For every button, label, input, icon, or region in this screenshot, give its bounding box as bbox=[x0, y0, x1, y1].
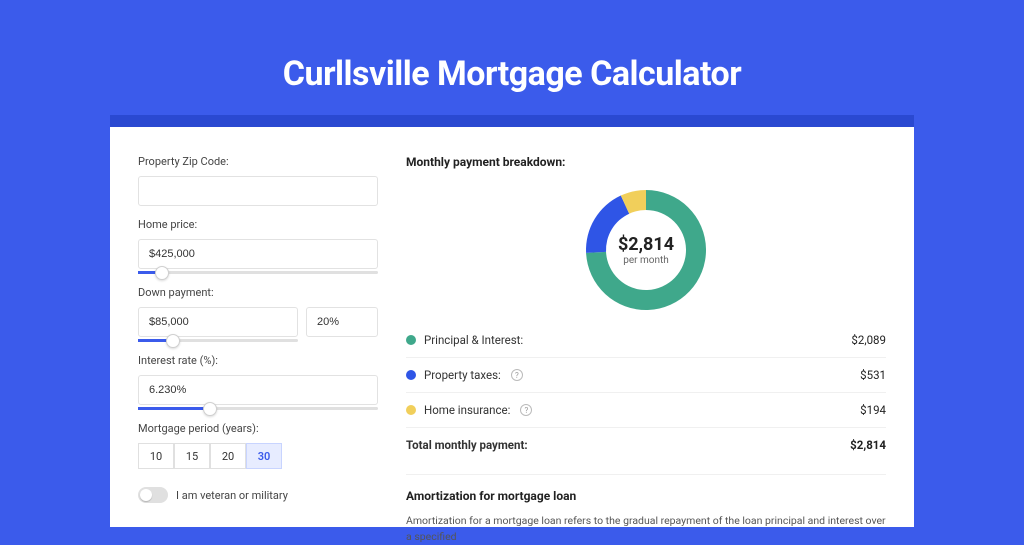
donut-center: $2,814 per month bbox=[581, 185, 711, 315]
legend-dot-icon bbox=[406, 335, 416, 345]
zip-field-group: Property Zip Code: bbox=[138, 155, 378, 206]
legend-row: Property taxes:? $531 bbox=[406, 357, 886, 392]
down-payment-slider[interactable] bbox=[138, 339, 298, 342]
calculator-panel: Property Zip Code: Home price: Down paym… bbox=[110, 127, 914, 527]
period-button-15[interactable]: 15 bbox=[174, 443, 210, 469]
legend-row: Principal & Interest: $2,089 bbox=[406, 329, 886, 357]
period-button-20[interactable]: 20 bbox=[210, 443, 246, 469]
donut-chart: $2,814 per month bbox=[581, 185, 711, 315]
zip-label: Property Zip Code: bbox=[138, 155, 378, 168]
interest-rate-field-group: Interest rate (%): bbox=[138, 354, 378, 410]
interest-rate-slider-fill bbox=[138, 407, 210, 410]
mortgage-period-field-group: Mortgage period (years): 10152030 bbox=[138, 422, 378, 469]
legend-row: Home insurance:? $194 bbox=[406, 392, 886, 427]
legend-label: Property taxes: bbox=[424, 368, 501, 382]
veteran-label: I am veteran or military bbox=[176, 489, 288, 502]
legend-value: $2,089 bbox=[851, 333, 886, 347]
breakdown-column: Monthly payment breakdown: $2,814 per mo… bbox=[406, 155, 886, 527]
down-payment-percent-input[interactable] bbox=[306, 307, 378, 337]
veteran-toggle[interactable] bbox=[138, 487, 168, 503]
down-payment-slider-thumb[interactable] bbox=[166, 334, 180, 348]
mortgage-period-label: Mortgage period (years): bbox=[138, 422, 378, 435]
legend-value: $531 bbox=[860, 368, 886, 382]
home-price-label: Home price: bbox=[138, 218, 378, 231]
legend-total-label: Total monthly payment: bbox=[406, 438, 528, 452]
home-price-slider[interactable] bbox=[138, 271, 378, 274]
amortization-text: Amortization for a mortgage loan refers … bbox=[406, 513, 886, 545]
legend-value: $194 bbox=[860, 403, 886, 417]
zip-input[interactable] bbox=[138, 176, 378, 206]
home-price-field-group: Home price: bbox=[138, 218, 378, 274]
donut-amount: $2,814 bbox=[618, 234, 674, 255]
period-button-10[interactable]: 10 bbox=[138, 443, 174, 469]
donut-chart-wrap: $2,814 per month bbox=[406, 179, 886, 329]
legend-label: Principal & Interest: bbox=[424, 333, 523, 347]
mortgage-period-buttons: 10152030 bbox=[138, 443, 378, 469]
legend: Principal & Interest: $2,089 Property taxe… bbox=[406, 329, 886, 427]
info-icon[interactable]: ? bbox=[520, 404, 532, 416]
veteran-toggle-row: I am veteran or military bbox=[138, 487, 378, 503]
interest-rate-slider-thumb[interactable] bbox=[203, 402, 217, 416]
legend-dot-icon bbox=[406, 370, 416, 380]
breakdown-title: Monthly payment breakdown: bbox=[406, 155, 886, 169]
info-icon[interactable]: ? bbox=[511, 369, 523, 381]
legend-label: Home insurance: bbox=[424, 403, 510, 417]
interest-rate-label: Interest rate (%): bbox=[138, 354, 378, 367]
donut-sublabel: per month bbox=[623, 255, 669, 266]
amortization-title: Amortization for mortgage loan bbox=[406, 474, 886, 503]
home-price-input[interactable] bbox=[138, 239, 378, 269]
down-payment-label: Down payment: bbox=[138, 286, 378, 299]
down-payment-input[interactable] bbox=[138, 307, 298, 337]
home-price-slider-thumb[interactable] bbox=[155, 266, 169, 280]
interest-rate-input[interactable] bbox=[138, 375, 378, 405]
legend-total-value: $2,814 bbox=[850, 438, 886, 452]
page-title: Curllsville Mortgage Calculator bbox=[0, 0, 1024, 94]
panel-frame: Property Zip Code: Home price: Down paym… bbox=[110, 115, 914, 527]
legend-dot-icon bbox=[406, 405, 416, 415]
down-payment-field-group: Down payment: bbox=[138, 286, 378, 342]
period-button-30[interactable]: 30 bbox=[246, 443, 282, 469]
interest-rate-slider[interactable] bbox=[138, 407, 378, 410]
inputs-column: Property Zip Code: Home price: Down paym… bbox=[138, 155, 378, 527]
legend-total-row: Total monthly payment: $2,814 bbox=[406, 427, 886, 462]
